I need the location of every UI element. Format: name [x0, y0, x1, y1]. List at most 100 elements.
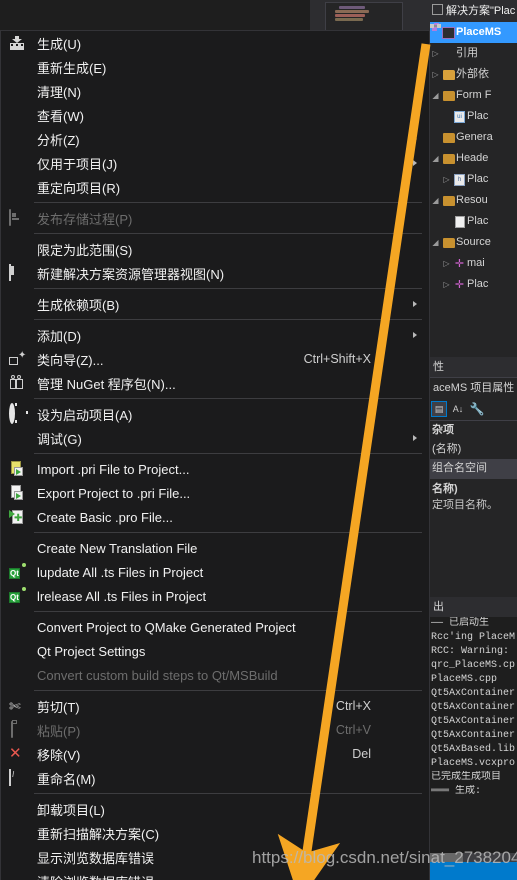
expander-icon[interactable]: ◢: [430, 85, 441, 106]
properties-toolbar[interactable]: ▤ A↓ 🔧: [430, 398, 517, 421]
cut-icon: ✄: [9, 698, 21, 714]
tree-item-1[interactable]: ▷ 引用: [430, 25, 517, 64]
menu-item-gutter: [1, 873, 33, 880]
properties-desc-title: 名称): [432, 483, 458, 495]
menu-item-2[interactable]: 清理(N): [1, 79, 429, 103]
menu-item-29[interactable]: 卸载项目(L): [1, 797, 429, 821]
menu-item-4[interactable]: 分析(Z): [1, 127, 429, 151]
menu-item-gutter: [1, 35, 33, 51]
qt-icon: Qt: [9, 592, 20, 603]
no-icon: [9, 155, 25, 171]
menu-item-12[interactable]: ✦ 类向导(Z)... Ctrl+Shift+X: [1, 347, 429, 371]
menu-item-15[interactable]: 调试(G): [1, 426, 429, 450]
menu-item-18[interactable]: ✚ Create Basic .pro File...: [1, 505, 429, 529]
expander-icon[interactable]: ◢: [430, 190, 441, 211]
no-icon: [9, 430, 25, 446]
menu-item-25[interactable]: ✄ 剪切(T) Ctrl+X: [1, 694, 429, 718]
menu-item-11[interactable]: 添加(D): [1, 323, 429, 347]
tree-item-5[interactable]: Genera: [430, 127, 517, 148]
tree-item-12[interactable]: ▷ ✛ Plac: [430, 274, 517, 295]
menu-item-20[interactable]: Qt lupdate All .ts Files in Project: [1, 560, 429, 584]
tree-item-11[interactable]: ▷ ✛ mai: [430, 253, 517, 274]
menu-item-13[interactable]: 管理 NuGet 程序包(N)...: [1, 371, 429, 395]
output-tab[interactable]: 出: [430, 597, 517, 617]
filter-folder-icon: [442, 90, 455, 101]
expander-icon[interactable]: ▷: [430, 64, 441, 85]
tree-item-6[interactable]: ◢ Heade: [430, 148, 517, 169]
expander-icon[interactable]: ▷: [430, 43, 441, 64]
menu-item-5[interactable]: 仅用于项目(J): [1, 151, 429, 175]
tree-item-label: Resou: [456, 194, 488, 206]
menu-separator: [34, 793, 422, 794]
menu-item-17[interactable]: Export Project to .pri File...: [1, 481, 429, 505]
menu-item-1[interactable]: 重新生成(E): [1, 55, 429, 79]
class-wizard-icon: ✦: [9, 351, 26, 367]
properties-rows[interactable]: (名称) 组合名空间: [430, 440, 517, 478]
menu-item-19[interactable]: Create New Translation File: [1, 536, 429, 560]
no-icon: [9, 107, 25, 123]
no-icon: [9, 825, 25, 841]
menu-item-label: 分析(Z): [37, 132, 80, 148]
menu-item-shortcut: Ctrl+Shift+X: [303, 352, 371, 366]
menu-item-9[interactable]: 新建解决方案资源管理器视图(N): [1, 261, 429, 285]
tree-item-7[interactable]: ▷ h Plac: [430, 169, 517, 190]
solution-explorer-tree[interactable]: PlaceMS ▷ 引用 ▷ 外部依 ◢ Form Fui Plac Genera ◢ Heade ▷…: [430, 22, 517, 357]
project-context-menu[interactable]: 生成(U) 重新生成(E) 清理(N) 查看(W) 分析(Z) 仅用于项目(J) 重定向项目…: [0, 30, 430, 880]
menu-separator: [34, 532, 422, 533]
tree-item-icon: [441, 132, 456, 143]
tree-item-10[interactable]: ◢ Source: [430, 232, 517, 253]
menu-separator: [34, 202, 422, 203]
menu-item-gutter: [1, 801, 33, 817]
menu-item-3[interactable]: 查看(W): [1, 103, 429, 127]
menu-item-gutter: [1, 131, 33, 147]
remove-icon: ✕: [9, 745, 22, 762]
menu-item-23[interactable]: Qt Project Settings: [1, 639, 429, 663]
expander-icon[interactable]: ▷: [441, 274, 452, 295]
menu-item-gutter: [1, 849, 33, 865]
project-icon: [432, 23, 455, 39]
tree-item-4[interactable]: ui Plac: [430, 106, 517, 127]
menu-item-8[interactable]: 限定为此范围(S): [1, 237, 429, 261]
no-icon: [9, 801, 25, 817]
menu-item-gutter: Qt: [1, 564, 33, 580]
expander-icon[interactable]: ▷: [441, 253, 452, 274]
no-icon: [9, 619, 25, 635]
no-icon: [9, 849, 25, 865]
expander-icon[interactable]: ◢: [430, 232, 441, 253]
properties-tab[interactable]: 性: [430, 357, 517, 378]
menu-item-22[interactable]: Convert Project to QMake Generated Proje…: [1, 615, 429, 639]
menu-item-16[interactable]: Import .pri File to Project...: [1, 457, 429, 481]
expander-icon[interactable]: ▷: [441, 169, 452, 190]
menu-item-30[interactable]: 重新扫描解决方案(C): [1, 821, 429, 845]
menu-item-gutter: [1, 107, 33, 123]
menu-item-27[interactable]: ✕ 移除(V) Del: [1, 742, 429, 766]
alphabetical-sort-icon[interactable]: A↓: [451, 402, 465, 416]
menu-item-21[interactable]: Qt lrelease All .ts Files in Project: [1, 584, 429, 608]
tree-item-9[interactable]: Plac: [430, 211, 517, 232]
output-window: 出 —— 已启动生 Rcc'ing PlaceM RCC: Warning: qrc_…: [430, 597, 517, 862]
property-row-0[interactable]: (名称): [430, 440, 517, 459]
menu-item-gutter: [1, 619, 33, 635]
menu-item-gutter: [1, 241, 33, 257]
menu-item-label: Create Basic .pro File...: [37, 509, 173, 525]
expander-icon[interactable]: ◢: [430, 148, 441, 169]
categorized-icon[interactable]: ▤: [431, 401, 447, 417]
menu-item-6[interactable]: 重定向项目(R): [1, 175, 429, 199]
tree-item-0[interactable]: PlaceMS: [430, 22, 517, 43]
menu-item-28[interactable]: I 重命名(M): [1, 766, 429, 790]
menu-item-32[interactable]: 清除浏览数据库错误: [1, 869, 429, 880]
solution-explorer-title-text: 解决方案"Plac: [446, 5, 516, 17]
no-icon: [9, 59, 25, 75]
ui-file-icon: ui: [454, 110, 465, 123]
tree-item-8[interactable]: ◢ Resou: [430, 190, 517, 211]
menu-item-10[interactable]: 生成依赖项(B): [1, 292, 429, 316]
property-pages-icon[interactable]: 🔧: [470, 402, 485, 416]
menu-item-7: 发布存储过程(P): [1, 206, 429, 230]
menu-item-14[interactable]: 设为启动项目(A): [1, 402, 429, 426]
tree-item-icon: [452, 215, 467, 228]
property-row-1[interactable]: 组合名空间: [430, 459, 517, 478]
tree-item-3[interactable]: ◢ Form F: [430, 85, 517, 106]
menu-item-0[interactable]: 生成(U): [1, 31, 429, 55]
tree-item-2[interactable]: ▷ 外部依: [430, 64, 517, 85]
menu-item-24: Convert custom build steps to Qt/MSBuild: [1, 663, 429, 687]
